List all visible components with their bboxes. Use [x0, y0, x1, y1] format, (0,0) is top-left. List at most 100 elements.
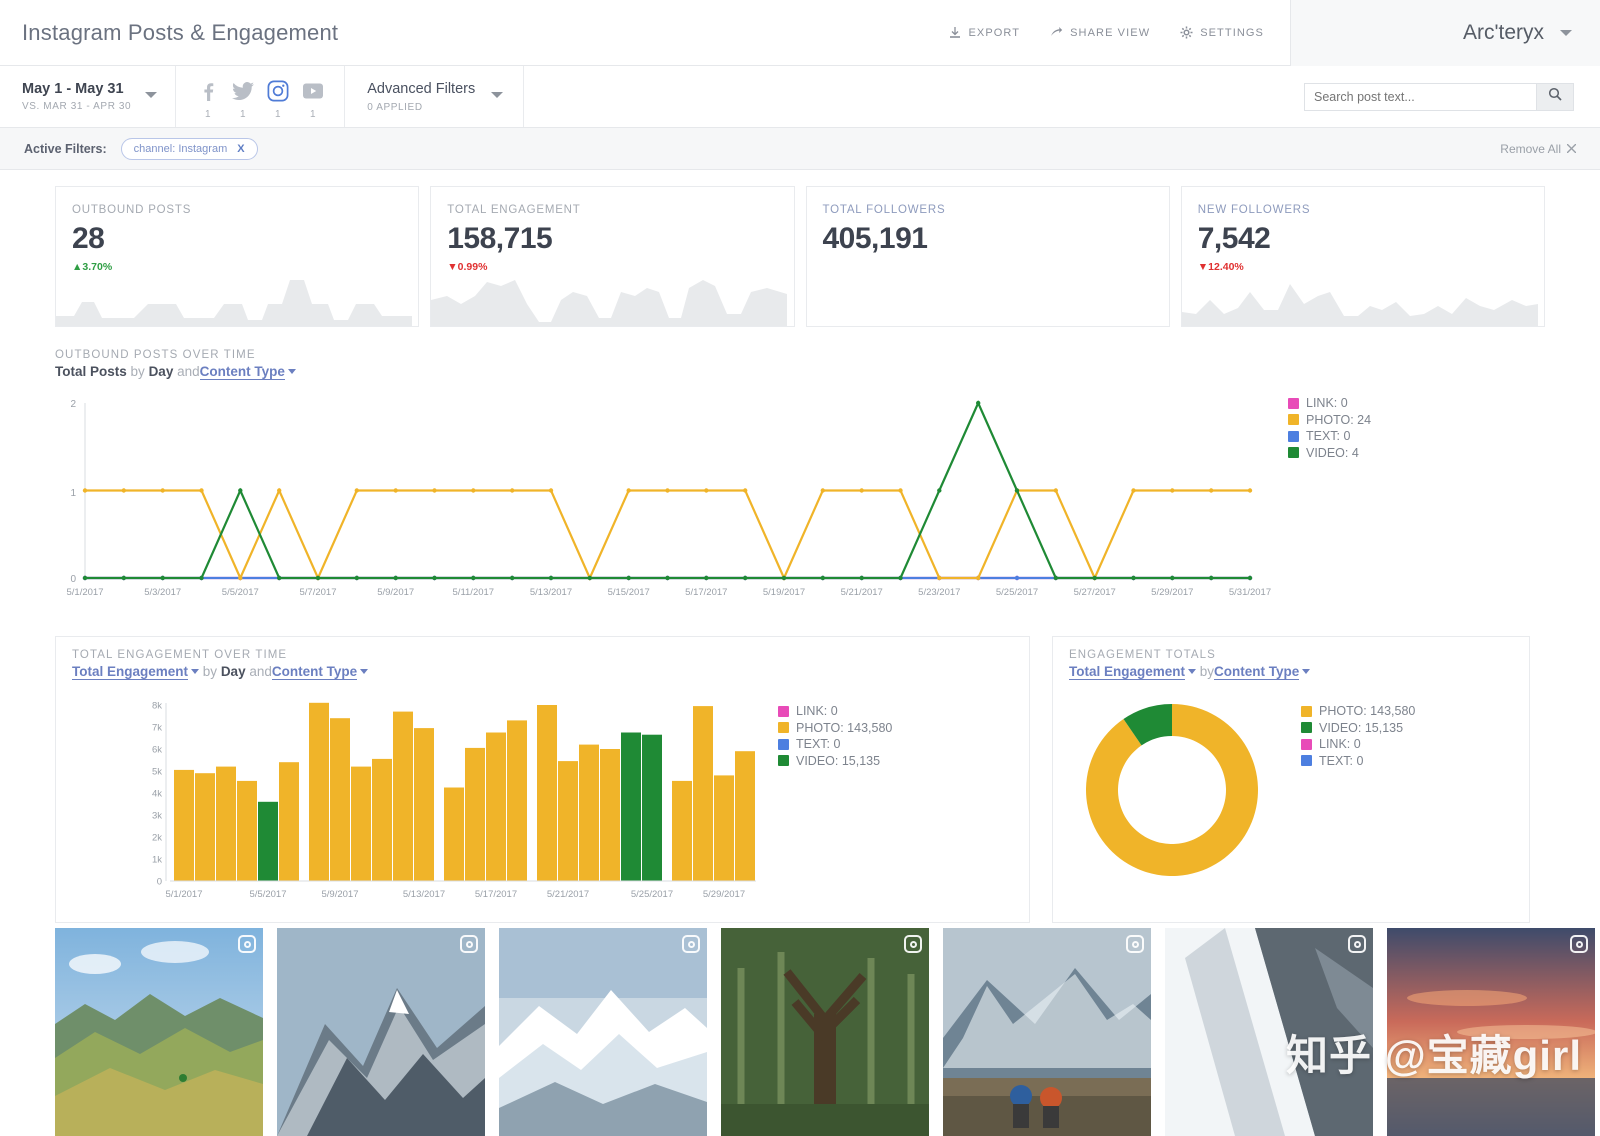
legend-item-video[interactable]: VIDEO: 4: [1288, 445, 1371, 462]
chevron-down-icon[interactable]: [287, 369, 296, 374]
total-engagement-dropdown[interactable]: Total Engagement: [72, 664, 189, 680]
kpi-value: 158,715: [447, 222, 553, 255]
svg-text:5/27/2017: 5/27/2017: [1074, 587, 1116, 598]
legend-item-video[interactable]: VIDEO: 15,135: [778, 753, 892, 770]
legend-item-photo[interactable]: PHOTO: 143,580: [778, 720, 892, 737]
legend-item-text[interactable]: TEXT: 0: [1301, 753, 1415, 770]
svg-text:1k: 1k: [152, 855, 162, 866]
instagram-icon: [1126, 935, 1144, 953]
lower-panels: TOTAL ENGAGEMENT OVER TIME Total Engagem…: [0, 618, 1600, 923]
instagram-icon: [904, 935, 922, 953]
content-type-dropdown[interactable]: Content Type: [1214, 664, 1300, 680]
svg-text:3k: 3k: [152, 811, 162, 822]
filter-bar: May 1 - May 31 VS. MAR 31 - APR 30 1 1 1…: [0, 66, 1600, 128]
donut-chart-legend: PHOTO: 143,580 VIDEO: 15,135 LINK: 0 TEX…: [1301, 703, 1415, 769]
share-view-label: SHARE VIEW: [1070, 26, 1151, 39]
legend-label: VIDEO: 15,135: [796, 753, 881, 768]
advanced-filters-selector[interactable]: Advanced Filters 0 APPLIED: [345, 66, 525, 127]
legend-swatch-text: [1301, 755, 1312, 767]
filter-chip-channel[interactable]: channel: Instagram X: [120, 137, 258, 160]
advanced-filters-count: 0 APPLIED: [367, 101, 423, 113]
svg-text:8k: 8k: [152, 701, 162, 712]
channel-twitter[interactable]: 1: [225, 66, 260, 120]
legend-item-video[interactable]: VIDEO: 15,135: [1301, 720, 1415, 737]
remove-all-label: Remove All: [1500, 141, 1561, 156]
kpi-sparkline: [1181, 284, 1538, 326]
search-input[interactable]: [1304, 82, 1536, 111]
legend-item-photo[interactable]: PHOTO: 143,580: [1301, 703, 1415, 720]
thumbnail-image: [721, 928, 929, 1136]
export-button[interactable]: EXPORT: [949, 26, 1020, 39]
active-filters-bar: Active Filters: channel: Instagram X Rem…: [0, 128, 1600, 170]
account-switcher[interactable]: Arc'teryx: [1290, 0, 1600, 66]
settings-button[interactable]: SETTINGS: [1180, 26, 1264, 39]
channel-count: 1: [309, 109, 316, 120]
advanced-filters-label: Advanced Filters: [367, 80, 476, 97]
legend-swatch-photo: [1301, 705, 1312, 717]
channel-count: 1: [239, 109, 246, 120]
post-thumbnail[interactable]: [277, 928, 485, 1136]
channel-facebook[interactable]: 1: [190, 66, 225, 120]
legend-item-photo[interactable]: PHOTO: 24: [1288, 412, 1371, 429]
post-thumbnail[interactable]: [721, 928, 929, 1136]
kpi-card-total-followers[interactable]: TOTAL FOLLOWERS 405,191: [805, 186, 1170, 327]
svg-text:5/25/2017: 5/25/2017: [631, 889, 673, 900]
legend-label: TEXT: 0: [1306, 429, 1351, 443]
kpi-row: OUTBOUND POSTS 28 ▲3.70% TOTAL ENGAGEMEN…: [0, 170, 1600, 327]
svg-text:5/17/2017: 5/17/2017: [685, 587, 727, 598]
legend-label: LINK: 0: [1306, 396, 1348, 410]
search-area: [1304, 66, 1600, 127]
content-type-dropdown[interactable]: Content Type: [271, 664, 358, 680]
channel-youtube[interactable]: 1: [295, 66, 330, 120]
chevron-down-icon[interactable]: [1188, 669, 1197, 674]
search-button[interactable]: [1536, 82, 1574, 111]
svg-text:6k: 6k: [152, 745, 162, 756]
chevron-down-icon: [491, 92, 504, 98]
legend-swatch-video: [1288, 447, 1299, 459]
post-thumbnail[interactable]: [1387, 928, 1595, 1136]
legend-label: LINK: 0: [1319, 737, 1361, 751]
date-range-main: May 1 - May 31: [22, 81, 124, 97]
kpi-card-new-followers[interactable]: NEW FOLLOWERS 7,542 ▼12.40%: [1180, 186, 1545, 327]
legend-item-text[interactable]: TEXT: 0: [778, 736, 892, 753]
chevron-down-icon: [1560, 29, 1572, 36]
date-range-selector[interactable]: May 1 - May 31 VS. MAR 31 - APR 30: [0, 66, 177, 127]
svg-text:7k: 7k: [152, 723, 162, 734]
top-bar-actions: EXPORT SHARE VIEW SETTINGS: [949, 0, 1290, 66]
engagement-totals-donut[interactable]: [1077, 695, 1267, 885]
kpi-label: TOTAL FOLLOWERS: [822, 204, 946, 216]
legend-item-link[interactable]: LINK: 0: [1301, 736, 1415, 753]
top-bar: Instagram Posts & Engagement EXPORT SHAR…: [0, 0, 1600, 66]
dashboard-page: Instagram Posts & Engagement EXPORT SHAR…: [0, 0, 1600, 1136]
legend-item-text[interactable]: TEXT: 0: [1288, 428, 1371, 445]
legend-item-link[interactable]: LINK: 0: [1288, 395, 1371, 412]
chevron-down-icon[interactable]: [360, 669, 369, 674]
svg-text:1: 1: [70, 488, 76, 499]
chevron-down-icon[interactable]: [191, 669, 200, 674]
post-thumbnail[interactable]: [55, 928, 263, 1136]
bar-chart-legend: LINK: 0 PHOTO: 143,580 TEXT: 0 VIDEO: 15…: [778, 703, 892, 769]
legend-item-link[interactable]: LINK: 0: [778, 703, 892, 720]
content-type-dropdown[interactable]: Content Type: [199, 364, 285, 380]
export-label: EXPORT: [968, 26, 1021, 39]
dimension-label: Day: [148, 364, 174, 379]
post-thumbnail[interactable]: [1165, 928, 1373, 1136]
post-thumbnail[interactable]: [499, 928, 707, 1136]
kpi-label: OUTBOUND POSTS: [72, 204, 192, 216]
remove-all-filters-button[interactable]: Remove All: [1500, 141, 1577, 156]
total-engagement-dropdown[interactable]: Total Engagement: [1069, 664, 1186, 680]
legend-swatch-link: [1288, 397, 1299, 409]
post-thumbnail-strip: [55, 928, 1595, 1136]
kpi-card-total-engagement[interactable]: TOTAL ENGAGEMENT 158,715 ▼0.99%: [430, 186, 795, 327]
outbound-posts-section-header: OUTBOUND POSTS OVER TIME Total Posts by …: [0, 327, 1600, 380]
thumbnail-image: [1165, 928, 1373, 1136]
svg-text:5/3/2017: 5/3/2017: [144, 587, 181, 598]
channel-instagram[interactable]: 1: [260, 66, 295, 120]
post-thumbnail[interactable]: [943, 928, 1151, 1136]
close-icon[interactable]: X: [237, 143, 244, 155]
chevron-down-icon[interactable]: [1302, 669, 1311, 674]
svg-text:5/31/2017: 5/31/2017: [1229, 587, 1271, 598]
active-filters-label: Active Filters:: [24, 141, 107, 156]
share-view-button[interactable]: SHARE VIEW: [1050, 26, 1150, 39]
kpi-card-outbound-posts[interactable]: OUTBOUND POSTS 28 ▲3.70%: [55, 186, 420, 327]
